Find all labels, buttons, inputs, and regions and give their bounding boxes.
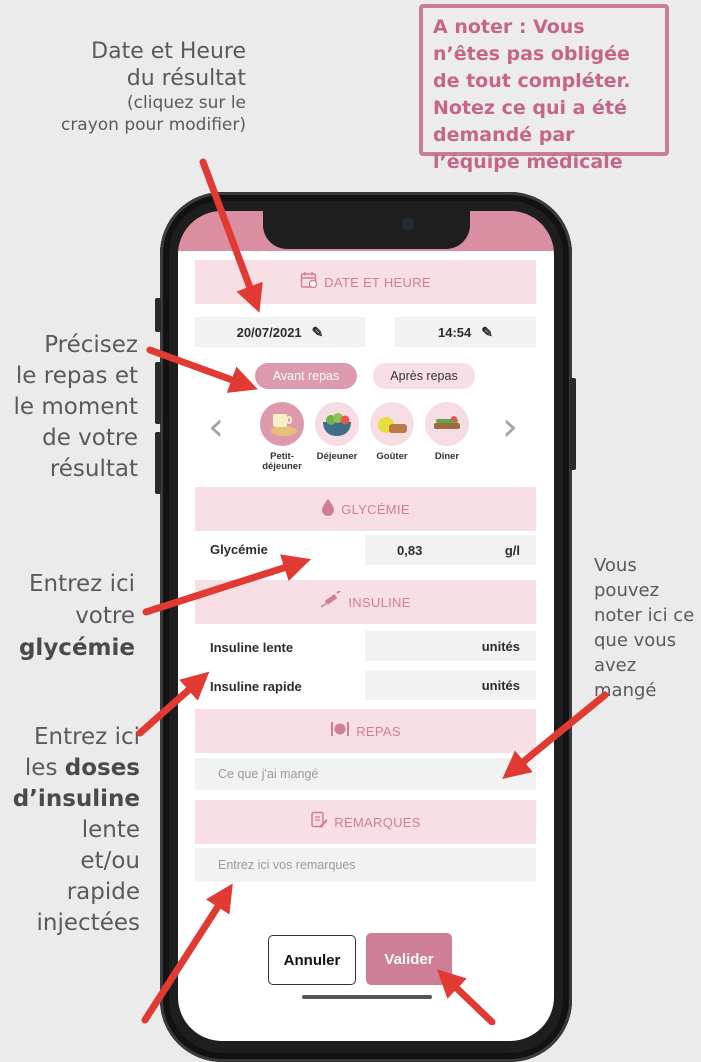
snack-icon — [370, 402, 414, 446]
phone-side-button — [155, 362, 161, 424]
annotation-bold-text: doses — [64, 755, 140, 781]
slow-insulin-input[interactable]: unités — [365, 631, 536, 661]
annotation-text: Précisez — [44, 332, 138, 358]
calendar-icon — [300, 271, 318, 294]
annotation-bold-text: glycémie — [18, 635, 135, 661]
phone-side-button — [155, 298, 161, 332]
annotation-text: (cliquez sur le — [127, 93, 246, 113]
fast-insulin-label: Insuline rapide — [210, 679, 302, 694]
section-title: INSULINE — [348, 594, 411, 610]
chevron-right-icon[interactable]: › — [502, 404, 518, 450]
annotation-text: le repas et — [15, 363, 138, 389]
annotation-text: de votre — [42, 425, 138, 451]
section-title: DATE ET HEURE — [324, 274, 431, 290]
phone-notch — [263, 201, 470, 249]
remarks-section-header: REMARQUES — [195, 800, 536, 844]
meal-label: Déjeuner — [316, 451, 358, 462]
insulin-section-header: INSULINE — [195, 580, 536, 624]
meal-section-header: REPAS — [195, 709, 536, 753]
meal-notes-placeholder: Ce que j'ai mangé — [218, 767, 319, 781]
date-annotation: Date et Heure du résultat (cliquez sur l… — [20, 38, 246, 136]
glycemia-unit: g/l — [504, 542, 520, 558]
note-text: A noter : Vous n’êtes pas obligée de tou… — [433, 16, 631, 173]
slow-insulin-label: Insuline lente — [210, 640, 294, 655]
chevron-left-icon[interactable]: ‹ — [208, 404, 224, 450]
date-field[interactable]: 20/07/2021 ✎ — [195, 317, 365, 347]
annotation-text: résultat — [49, 456, 138, 482]
meal-breakfast[interactable]: Petit- déjeuner — [259, 402, 305, 472]
remarks-input[interactable]: Entrez ici vos remarques — [195, 848, 536, 882]
annotation-text: lente — [81, 817, 140, 843]
section-title: REPAS — [356, 723, 401, 739]
glycemia-input[interactable]: 0,83 g/l — [365, 535, 536, 565]
annotation-text: que vous — [594, 630, 677, 651]
glycemia-section-header: GLYCÉMIE — [195, 487, 536, 531]
annotation-text: avez mangé — [594, 655, 657, 701]
note-edit-icon — [310, 811, 328, 834]
after-meal-toggle[interactable]: Après repas — [373, 363, 475, 389]
before-meal-toggle[interactable]: Avant repas — [255, 363, 357, 389]
meal-label: Petit- déjeuner — [262, 451, 302, 472]
remarks-placeholder: Entrez ici vos remarques — [218, 858, 356, 872]
annotation-text: pouvez — [594, 580, 660, 601]
insulin-annotation: Entrez ici les doses d’insuline lente et… — [0, 722, 140, 939]
annotation-text: le moment — [13, 394, 138, 420]
section-title: REMARQUES — [334, 814, 421, 830]
cancel-button[interactable]: Annuler — [268, 935, 356, 985]
annotation-text: crayon pour modifier) — [60, 115, 246, 135]
annotation-bold-text: d’insuline — [12, 786, 140, 812]
blood-drop-icon — [321, 498, 335, 521]
annotation-text: votre — [75, 603, 135, 629]
time-field[interactable]: 14:54 ✎ — [395, 317, 536, 347]
date-section-header: DATE ET HEURE — [195, 260, 536, 304]
breakfast-icon — [260, 402, 304, 446]
edit-pencil-icon[interactable]: ✎ — [312, 324, 324, 341]
dinner-icon — [425, 402, 469, 446]
meal-label: Dîner — [434, 451, 460, 462]
insulin-unit: unités — [481, 677, 520, 693]
camera-icon — [402, 218, 414, 230]
annotation-text: noter ici ce — [594, 605, 695, 626]
eaten-annotation: Vous pouvez noter ici ce que vous avez m… — [594, 553, 701, 703]
meal-notes-input[interactable]: Ce que j'ai mangé — [195, 758, 536, 790]
annotation-text: injectées — [36, 910, 140, 936]
fast-insulin-input[interactable]: unités — [365, 670, 536, 700]
glycemia-value: 0,83 — [397, 542, 423, 558]
home-indicator — [302, 995, 432, 999]
syringe-icon — [320, 588, 342, 614]
meal-lunch[interactable]: Déjeuner — [314, 402, 360, 462]
validate-button[interactable]: Valider — [366, 933, 452, 985]
plate-cutlery-icon — [330, 721, 350, 742]
time-value: 14:54 — [438, 324, 472, 340]
annotation-text: les — [24, 755, 65, 781]
meal-dinner[interactable]: Dîner — [424, 402, 470, 462]
glycemia-annotation: Entrez ici votre glycémie — [0, 568, 135, 664]
annotation-text: Vous — [594, 555, 637, 576]
annotation-text: du résultat — [126, 66, 246, 91]
meal-annotation: Précisez le repas et le moment de votre … — [0, 330, 138, 485]
glycemia-label: Glycémie — [210, 542, 268, 557]
annotation-text: Entrez ici — [28, 571, 135, 597]
phone-side-button — [570, 378, 576, 470]
annotation-text: Entrez ici — [33, 724, 140, 750]
date-value: 20/07/2021 — [236, 324, 302, 340]
meal-snack[interactable]: Goûter — [369, 402, 415, 462]
section-title: GLYCÉMIE — [341, 501, 410, 517]
annotation-text: rapide — [66, 879, 140, 905]
edit-pencil-icon[interactable]: ✎ — [481, 324, 493, 341]
phone-side-button — [155, 432, 161, 494]
note-box: A noter : Vous n’êtes pas obligée de tou… — [419, 4, 669, 173]
annotation-text: Date et Heure — [91, 39, 246, 64]
salad-icon — [315, 402, 359, 446]
meal-label: Goûter — [376, 451, 408, 462]
insulin-unit: unités — [481, 638, 520, 654]
annotation-text: et/ou — [80, 848, 140, 874]
